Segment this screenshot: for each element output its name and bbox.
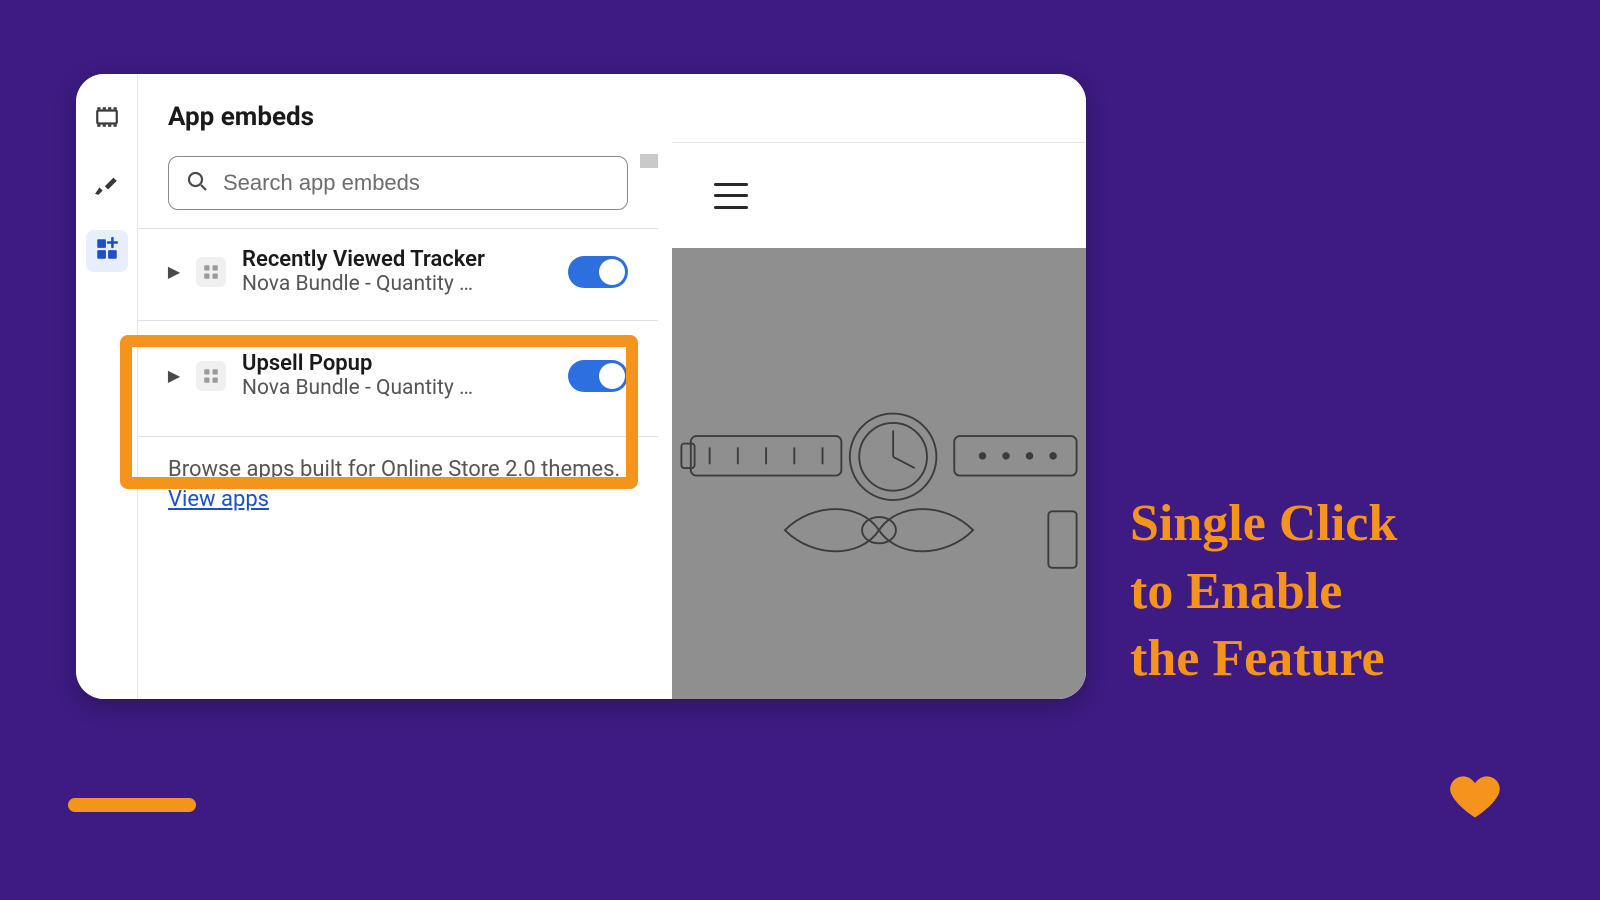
toggle-knob — [599, 363, 625, 389]
sections-icon — [94, 104, 120, 134]
app-thumb-icon — [196, 361, 226, 391]
hamburger-icon[interactable] — [714, 183, 748, 209]
promo-line-2: to Enable — [1130, 558, 1397, 626]
accent-bar — [68, 798, 196, 812]
app-embeds-panel: App embeds ▶ — [138, 74, 658, 699]
search-icon — [185, 169, 209, 197]
embed-name: Upsell Popup — [242, 351, 552, 376]
preview-browser-chrome — [672, 88, 1086, 143]
scrollbar-thumb[interactable] — [640, 154, 658, 168]
heart-icon — [1446, 772, 1504, 824]
panel-title: App embeds — [138, 74, 658, 156]
screenshot-card: App embeds ▶ — [76, 74, 1086, 699]
chevron-right-icon[interactable]: ▶ — [168, 366, 180, 385]
app-thumb-icon — [196, 257, 226, 287]
brush-icon — [94, 170, 120, 200]
toggle-upsell-popup[interactable] — [568, 360, 628, 392]
view-apps-link[interactable]: View apps — [168, 487, 269, 512]
browse-apps-text: Browse apps built for Online Store 2.0 t… — [138, 437, 658, 514]
browse-copy: Browse apps built for Online Store 2.0 t… — [168, 457, 620, 482]
store-preview-pane — [658, 74, 1086, 699]
embed-row-recently-viewed-tracker[interactable]: ▶ Recently Viewed Tracker Nova Bundle - … — [138, 229, 658, 314]
embed-subtitle: Nova Bundle - Quantity … — [242, 272, 552, 296]
apps-icon — [94, 236, 120, 266]
embed-name: Recently Viewed Tracker — [242, 247, 552, 272]
rail-app-embeds-button[interactable] — [86, 230, 128, 272]
toggle-knob — [599, 259, 625, 285]
search-input[interactable] — [223, 170, 611, 196]
storefront-hero-placeholder — [672, 248, 1086, 699]
embed-row-upsell-popup[interactable]: ▶ Upsell Popup Nova Bundle - Quantity … — [138, 321, 658, 430]
left-icon-rail — [76, 74, 138, 699]
embed-subtitle: Nova Bundle - Quantity … — [242, 376, 552, 400]
storefront-header — [672, 143, 1086, 248]
search-app-embeds[interactable] — [168, 156, 628, 210]
toggle-recently-viewed-tracker[interactable] — [568, 256, 628, 288]
chevron-right-icon[interactable]: ▶ — [168, 262, 180, 281]
rail-sections-button[interactable] — [86, 98, 128, 140]
promo-line-1: Single Click — [1130, 490, 1397, 558]
promo-line-3: the Feature — [1130, 625, 1397, 693]
promo-headline: Single Click to Enable the Feature — [1130, 490, 1397, 693]
rail-theme-button[interactable] — [86, 164, 128, 206]
